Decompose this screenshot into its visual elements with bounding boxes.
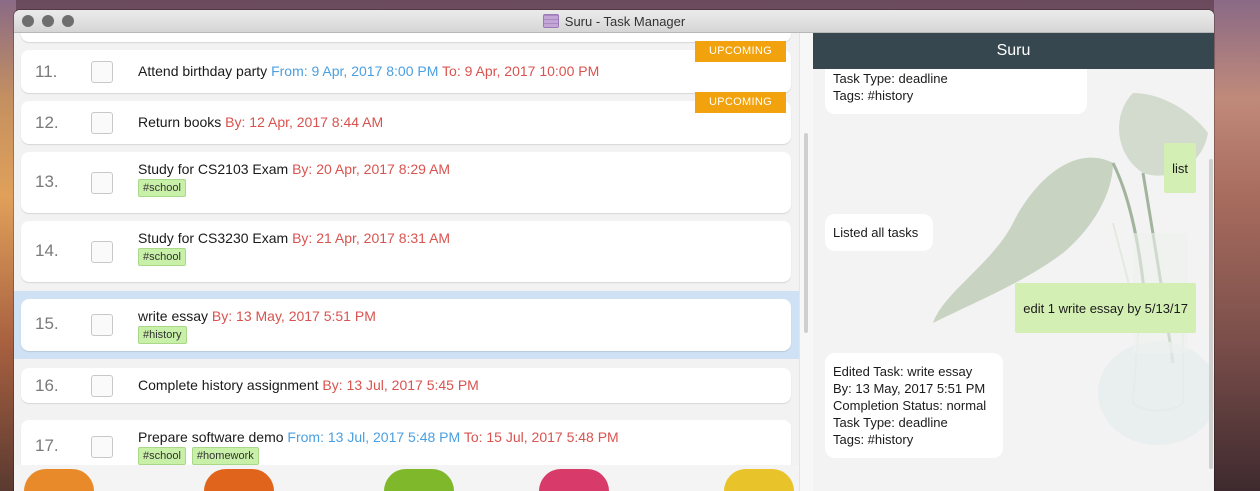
- task-index: 12.: [35, 113, 59, 132]
- task-list-panel: 11. Attend birthday party From: 9 Apr, 20…: [14, 33, 799, 491]
- task-line: Return books By: 12 Apr, 2017 8:44 AM: [138, 114, 383, 130]
- task-line: write essay By: 13 May, 2017 5:51 PM: [138, 308, 376, 324]
- message-line: Listed all tasks: [833, 225, 919, 240]
- task-index: 16.: [35, 376, 59, 395]
- task-name: write essay: [138, 308, 209, 324]
- chat-scrollbar[interactable]: [1208, 69, 1214, 491]
- task-tag[interactable]: #school: [138, 447, 186, 465]
- title-bar[interactable]: Suru - Task Manager: [14, 10, 1214, 33]
- bot-message: Listed all tasks: [825, 214, 933, 251]
- task-line: Complete history assignment By: 13 Jul, …: [138, 377, 479, 393]
- task-by-date: By: 13 May, 2017 5:51 PM: [211, 308, 376, 324]
- task-tags: #history: [138, 326, 187, 344]
- task-by-date: By: 20 Apr, 2017 8:29 AM: [292, 161, 451, 177]
- task-checkbox[interactable]: [91, 436, 113, 458]
- task-index: 14.: [35, 241, 59, 260]
- task-line: Study for CS3230 Exam By: 21 Apr, 2017 8…: [138, 230, 450, 246]
- task-index: 15.: [35, 314, 59, 333]
- task-list-scrollbar[interactable]: [799, 33, 813, 491]
- message-line: Completion Status: normal: [833, 398, 987, 413]
- task-checkbox[interactable]: [91, 112, 113, 134]
- chat-panel: Suru Completion Status: overdueTask Type…: [813, 33, 1214, 491]
- window-title: Suru - Task Manager: [564, 13, 686, 29]
- task-tags: #school: [138, 179, 186, 197]
- chat-header: Suru: [813, 33, 1214, 69]
- task-index: 13.: [35, 172, 59, 191]
- message-line: By: 13 May, 2017 5:51 PM: [833, 381, 986, 396]
- task-index: 11.: [35, 62, 58, 81]
- task-name: Study for CS2103 Exam: [138, 161, 289, 177]
- upcoming-badge: UPCOMING: [695, 92, 786, 113]
- task-card[interactable]: 15. write essay By: 13 May, 2017 5:51 PM #…: [21, 299, 791, 351]
- zoom-window-button[interactable]: [62, 15, 74, 27]
- message-line: Task Type: deadline: [833, 71, 948, 86]
- task-card[interactable]: 14. Study for CS3230 Exam By: 21 Apr, 201…: [21, 221, 791, 282]
- message-line: Tags: #history: [833, 432, 914, 447]
- task-tag[interactable]: #history: [138, 326, 187, 344]
- task-tag[interactable]: #school: [138, 179, 186, 197]
- task-tags: #school: [138, 248, 186, 266]
- task-name: Attend birthday party: [138, 63, 268, 79]
- suru-app-icon: [542, 14, 559, 28]
- message-line: Edited Task: write essay: [833, 364, 973, 379]
- task-line: Prepare software demo From: 13 Jul, 2017…: [138, 429, 619, 445]
- task-to-date: To: 15 Jul, 2017 5:48 PM: [463, 429, 619, 445]
- message-line: list: [1172, 160, 1188, 176]
- task-name: Complete history assignment: [138, 377, 319, 393]
- task-by-date: By: 13 Jul, 2017 5:45 PM: [322, 377, 479, 393]
- task-index: 17.: [35, 436, 59, 455]
- bot-message: Edited Task: write essay By: 13 May, 2017…: [825, 353, 1003, 458]
- task-card-partial[interactable]: [21, 33, 791, 42]
- app-window: Suru - Task Manager 11. Attend birthday p…: [14, 10, 1214, 491]
- task-from-date: From: 9 Apr, 2017 8:00 PM: [271, 63, 439, 79]
- window-controls: [22, 15, 74, 27]
- task-checkbox[interactable]: [91, 241, 113, 263]
- task-tag[interactable]: #homework: [191, 447, 259, 465]
- task-tags: #school #homework: [138, 447, 259, 465]
- message-line: edit 1 write essay by 5/13/17: [1023, 300, 1188, 316]
- task-list-scroll-thumb[interactable]: [804, 133, 808, 333]
- task-card[interactable]: 16. Complete history assignment By: 13 Ju…: [21, 368, 791, 403]
- task-line: Attend birthday party From: 9 Apr, 2017 …: [138, 63, 599, 79]
- task-name: Return books: [138, 114, 222, 130]
- flower-decoration: [14, 465, 799, 491]
- task-card[interactable]: 13. Study for CS2103 Exam By: 20 Apr, 201…: [21, 152, 791, 213]
- task-checkbox[interactable]: [91, 172, 113, 194]
- close-window-button[interactable]: [22, 15, 34, 27]
- task-from-date: From: 13 Jul, 2017 5:48 PM: [287, 429, 461, 445]
- task-tag[interactable]: #school: [138, 248, 186, 266]
- task-by-date: By: 12 Apr, 2017 8:44 AM: [225, 114, 384, 130]
- user-message: edit 1 write essay by 5/13/17: [1015, 283, 1196, 333]
- user-message: list: [1164, 143, 1196, 193]
- task-card[interactable]: 11. Attend birthday party From: 9 Apr, 20…: [21, 41, 791, 93]
- task-name: Prepare software demo: [138, 429, 284, 445]
- message-line: Task Type: deadline: [833, 415, 948, 430]
- task-name: Study for CS3230 Exam: [138, 230, 289, 246]
- upcoming-badge: UPCOMING: [695, 41, 786, 62]
- chat-scroll-thumb[interactable]: [1209, 159, 1213, 469]
- task-card[interactable]: 12. Return books By: 12 Apr, 2017 8:44 AM…: [21, 92, 791, 144]
- task-checkbox[interactable]: [91, 61, 113, 83]
- task-line: Study for CS2103 Exam By: 20 Apr, 2017 8…: [138, 161, 450, 177]
- desktop-background-right: [1214, 0, 1260, 491]
- task-checkbox[interactable]: [91, 375, 113, 397]
- task-to-date: To: 9 Apr, 2017 10:00 PM: [442, 63, 600, 79]
- task-by-date: By: 21 Apr, 2017 8:31 AM: [292, 230, 451, 246]
- minimize-window-button[interactable]: [42, 15, 54, 27]
- task-checkbox[interactable]: [91, 314, 113, 336]
- message-line: Tags: #history: [833, 88, 914, 103]
